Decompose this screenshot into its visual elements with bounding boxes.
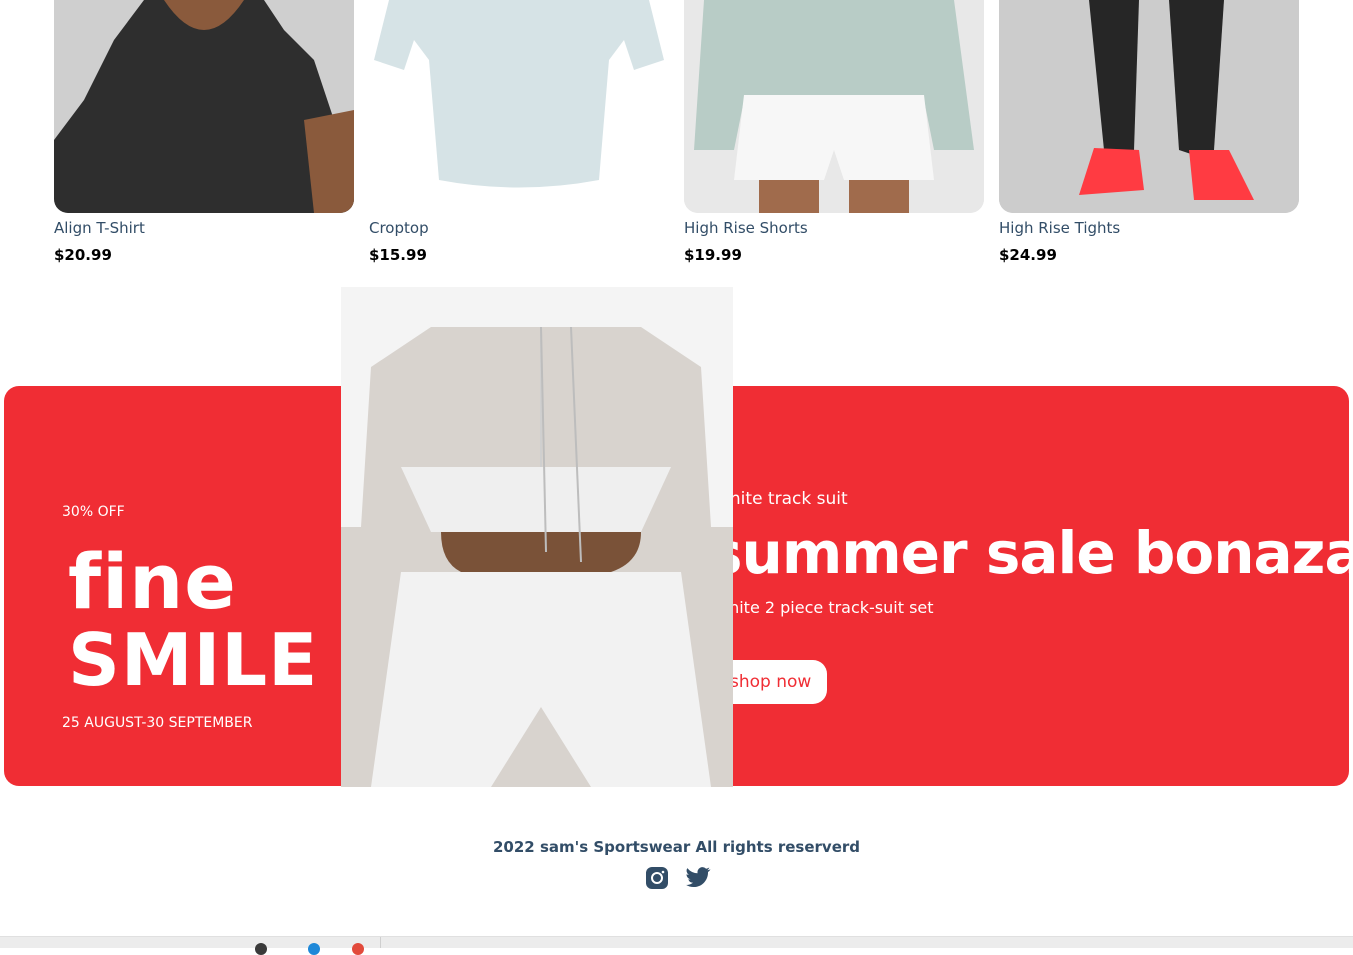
- banner-sale-time: 25 AUGUST-30 SEPTEMBER: [62, 715, 253, 731]
- product-price: $19.99: [684, 246, 742, 264]
- banner-discount: 30% OFF: [62, 504, 125, 520]
- product-image[interactable]: [369, 0, 669, 213]
- product-name[interactable]: Align T-Shirt: [54, 219, 145, 237]
- banner-mid-text: summer sale bonaza: [708, 519, 1349, 587]
- product-card[interactable]: High Rise Tights $24.99: [999, 0, 1299, 264]
- banner-large-text-2: SMILE: [68, 618, 319, 702]
- product-image[interactable]: [684, 0, 984, 213]
- twitter-icon[interactable]: [685, 866, 710, 890]
- banner-small-text: white track suit: [716, 489, 848, 509]
- banner-description: white 2 piece track-suit set: [716, 598, 934, 617]
- footer: 2022 sam's Sportswear All rights reserve…: [0, 830, 1353, 890]
- product-list: Align T-Shirt $20.99 Croptop $15.99 High…: [0, 0, 1353, 280]
- product-price: $24.99: [999, 246, 1057, 264]
- product-image[interactable]: [999, 0, 1299, 213]
- product-price: $20.99: [54, 246, 112, 264]
- taskbar-app-icon[interactable]: [308, 943, 320, 955]
- taskbar-divider: [380, 937, 381, 948]
- product-name[interactable]: Croptop: [369, 219, 429, 237]
- product-card[interactable]: Croptop $15.99: [369, 0, 669, 264]
- footer-icons: [0, 866, 1353, 890]
- taskbar-app-icon[interactable]: [352, 943, 364, 955]
- product-name[interactable]: High Rise Tights: [999, 219, 1120, 237]
- product-card[interactable]: High Rise Shorts $19.99: [684, 0, 984, 264]
- taskbar-app-icon[interactable]: [255, 943, 267, 955]
- instagram-icon[interactable]: [645, 866, 669, 890]
- product-name[interactable]: High Rise Shorts: [684, 219, 808, 237]
- banner-image: [341, 287, 733, 787]
- product-card[interactable]: Align T-Shirt $20.99: [54, 0, 354, 264]
- product-image[interactable]: [54, 0, 354, 213]
- product-price: $15.99: [369, 246, 427, 264]
- taskbar: [0, 936, 1353, 955]
- footer-copyright: 2022 sam's Sportswear All rights reserve…: [492, 838, 861, 856]
- banner-large-text-1: fine: [68, 537, 237, 626]
